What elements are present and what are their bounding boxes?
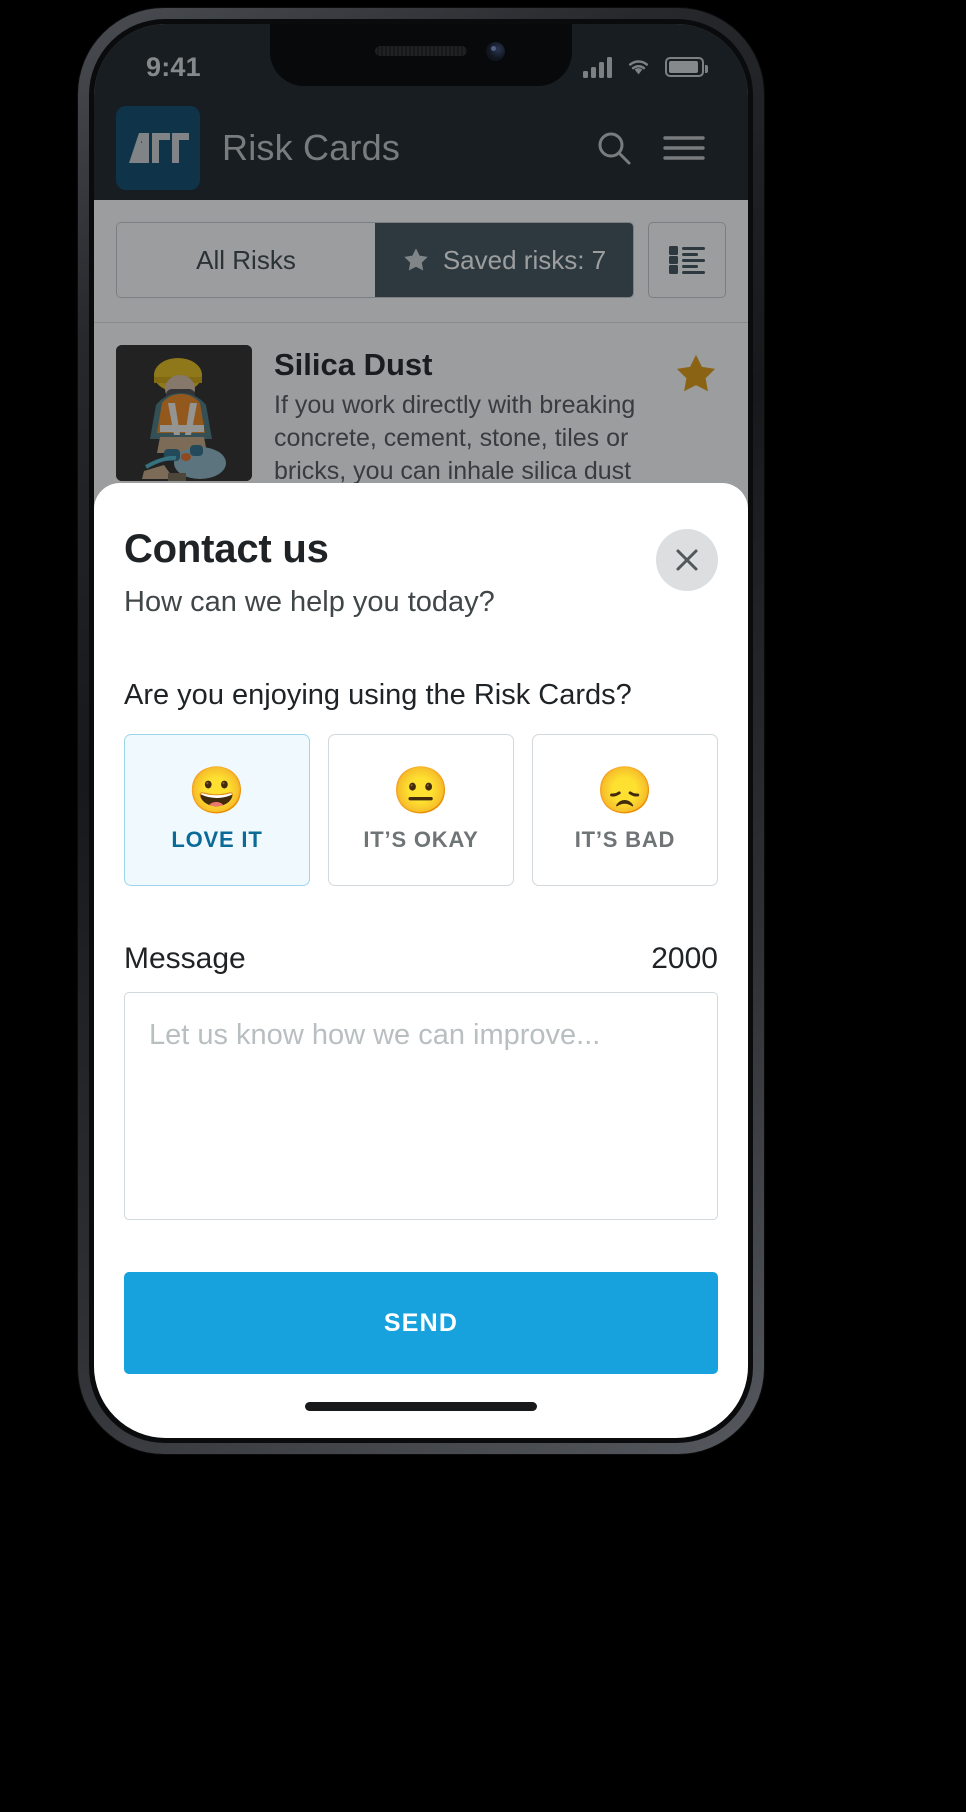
- message-row: Message 2000: [124, 942, 718, 976]
- sad-face-emoji: 😞: [596, 764, 654, 816]
- feedback-option-its-bad-label: IT’S BAD: [574, 827, 676, 852]
- contact-us-modal: Contact us How can we help you today? Ar…: [94, 483, 748, 1438]
- screenshot-stage: 9:41 Risk Cards All Risks Saved risks: 7…: [0, 0, 966, 1812]
- home-indicator-area: [124, 1374, 718, 1438]
- neutral-face-emoji: 😐: [392, 764, 450, 816]
- close-icon[interactable]: [656, 529, 718, 591]
- character-count: 2000: [651, 942, 718, 975]
- modal-title: Contact us: [124, 527, 329, 571]
- feedback-option-its-okay-label: IT’S OKAY: [363, 827, 479, 852]
- feedback-option-its-okay[interactable]: 😐 IT’S OKAY: [328, 734, 514, 886]
- home-indicator[interactable]: [305, 1401, 537, 1411]
- feedback-option-love-it-label: LOVE IT: [171, 827, 263, 852]
- feedback-options: 😀 LOVE IT 😐 IT’S OKAY 😞 IT’S BAD: [124, 734, 718, 886]
- grinning-face-emoji: 😀: [188, 764, 246, 816]
- phone-bezel: 9:41 Risk Cards All Risks Saved risks: 7…: [89, 19, 753, 1443]
- feedback-option-its-bad[interactable]: 😞 IT’S BAD: [532, 734, 718, 886]
- modal-subtitle: How can we help you today?: [124, 586, 495, 618]
- send-button[interactable]: SEND: [124, 1272, 718, 1374]
- message-input[interactable]: Let us know how we can improve...: [124, 992, 718, 1220]
- feedback-option-love-it[interactable]: 😀 LOVE IT: [124, 734, 310, 886]
- modal-header: Contact us How can we help you today?: [124, 527, 718, 619]
- phone-screen: 9:41 Risk Cards All Risks Saved risks: 7…: [94, 24, 748, 1438]
- message-label: Message: [124, 942, 246, 975]
- phone-frame: 9:41 Risk Cards All Risks Saved risks: 7…: [78, 8, 764, 1454]
- modal-header-text: Contact us How can we help you today?: [124, 527, 656, 619]
- feedback-question: Are you enjoying using the Risk Cards?: [124, 679, 632, 711]
